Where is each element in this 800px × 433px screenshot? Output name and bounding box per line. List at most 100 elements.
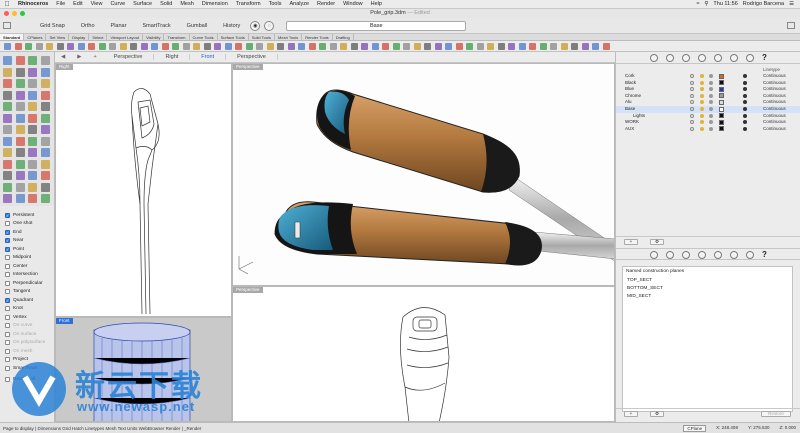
lock-icon[interactable]: [700, 87, 704, 92]
print-icon[interactable]: [709, 120, 713, 125]
tab-visibility[interactable]: Visibility: [143, 34, 165, 40]
osnap-project[interactable]: Project: [0, 356, 54, 365]
layer-row[interactable]: Blue Continuous: [616, 86, 800, 93]
sidebar-tool-icon[interactable]: [15, 194, 25, 203]
viewport-label[interactable]: Perspective: [233, 287, 263, 293]
layer-options-button[interactable]: ⚙: [650, 239, 664, 245]
sidebar-tool-icon[interactable]: [15, 171, 25, 180]
print-icon[interactable]: [709, 113, 713, 118]
viewport-label[interactable]: Front: [56, 318, 73, 324]
toolbar-tool-icon[interactable]: [25, 43, 32, 50]
print-icon[interactable]: [709, 100, 713, 105]
toolbar-tool-icon[interactable]: [434, 43, 442, 50]
viewport-perspective-wireframe[interactable]: Perspective: [232, 286, 615, 422]
sidebar-tool-icon[interactable]: [28, 67, 37, 77]
sidebar-tool-icon[interactable]: [28, 125, 37, 134]
tab-select[interactable]: Select: [89, 34, 108, 40]
lock-icon[interactable]: [700, 80, 704, 85]
osnap-on-curve[interactable]: On curve: [0, 322, 54, 331]
osnap-checkbox[interactable]: [5, 314, 10, 320]
toolbar-tool-icon[interactable]: [277, 43, 284, 50]
osnap-knot[interactable]: Knot: [0, 305, 54, 314]
osnap-checkbox[interactable]: [5, 255, 10, 261]
toolbar-tool-icon[interactable]: [350, 43, 358, 50]
lock-icon[interactable]: [700, 120, 704, 125]
layer-lock-icon[interactable]: ◌: [264, 20, 275, 31]
lightbulb-icon[interactable]: [690, 120, 694, 125]
layer-color-swatch[interactable]: [719, 113, 724, 119]
osnap-persistent[interactable]: ✓ Persistent: [0, 211, 54, 220]
toolbar-tool-icon[interactable]: [497, 43, 505, 50]
osnap-on-polysurface[interactable]: On polysurface: [0, 339, 54, 348]
osnap-checkbox[interactable]: ✓: [5, 229, 10, 235]
lights-icon[interactable]: [730, 54, 738, 62]
osnap-checkbox[interactable]: [5, 272, 10, 278]
osnap-checkbox[interactable]: ✓: [5, 238, 10, 244]
print-icon[interactable]: [709, 93, 713, 98]
sidebar-tool-icon[interactable]: [28, 182, 37, 192]
menu-analyze[interactable]: Analyze: [285, 1, 313, 7]
lock-icon[interactable]: [700, 126, 704, 131]
viewport-label[interactable]: Right: [56, 64, 73, 70]
cplane-options-button[interactable]: ⚙: [650, 411, 664, 417]
osnap-center[interactable]: Center: [0, 262, 54, 271]
osnap-point[interactable]: ✓ Point: [0, 245, 54, 254]
sidebar-tool-icon[interactable]: [40, 90, 50, 100]
sidebar-tool-icon[interactable]: [28, 136, 37, 146]
menu-file[interactable]: File: [52, 1, 69, 7]
toolbar-tool-icon[interactable]: [46, 43, 53, 50]
toggle-history[interactable]: History: [215, 23, 248, 29]
sidebar-tool-icon[interactable]: [3, 113, 12, 123]
snapshots-icon[interactable]: [682, 251, 690, 259]
menu-edit[interactable]: Edit: [69, 1, 86, 7]
toolbar-tool-icon[interactable]: [161, 43, 169, 50]
sidebar-tool-icon[interactable]: [3, 56, 12, 65]
forward-icon[interactable]: ▶: [71, 54, 87, 60]
sidebar-tool-icon[interactable]: [28, 79, 37, 88]
close-icon[interactable]: [4, 11, 9, 16]
lightbulb-icon[interactable]: [690, 74, 694, 78]
viewport-right[interactable]: Right: [55, 63, 232, 317]
osnap-on-mesh[interactable]: On mesh: [0, 347, 54, 356]
sidebar-tool-icon[interactable]: [40, 79, 50, 88]
toolbar-tool-icon[interactable]: [508, 43, 515, 50]
wifi-icon[interactable]: ≈: [696, 1, 699, 7]
command-history[interactable]: Page to display | Dimensions Grid Hatch …: [3, 426, 201, 431]
display-icon[interactable]: [682, 54, 690, 62]
menu-tools[interactable]: Tools: [265, 1, 286, 7]
material-icon[interactable]: [743, 107, 747, 111]
layers-icon[interactable]: [650, 54, 658, 62]
tab-surface-tools[interactable]: Surface Tools: [218, 34, 249, 40]
sidebar-tool-icon[interactable]: [3, 102, 12, 111]
toolbar-tool-icon[interactable]: [193, 43, 200, 50]
lock-icon[interactable]: [700, 93, 704, 98]
toolbar-tool-icon[interactable]: [4, 43, 11, 50]
sidebar-tool-icon[interactable]: [28, 56, 37, 65]
toolbar-tool-icon[interactable]: [109, 43, 116, 50]
menu-solid[interactable]: Solid: [156, 1, 176, 7]
toolbar-tool-icon[interactable]: [466, 43, 473, 50]
sidebar-tool-icon[interactable]: [40, 125, 50, 134]
toolbar-tool-icon[interactable]: [382, 43, 389, 50]
layer-visible-icon[interactable]: ◉: [250, 20, 261, 31]
viewport-tab-right[interactable]: Right: [154, 54, 191, 60]
tab-solid-tools[interactable]: Solid Tools: [249, 34, 276, 40]
tab-drafting[interactable]: Drafting: [333, 34, 354, 40]
toolbar-tool-icon[interactable]: [14, 43, 22, 50]
sidebar-tool-icon[interactable]: [3, 194, 12, 203]
sidebar-tool-icon[interactable]: [28, 113, 37, 123]
print-icon[interactable]: [709, 80, 713, 85]
notes-icon[interactable]: [698, 251, 706, 259]
disable-all-osnap[interactable]: Disable all: [0, 376, 54, 385]
layer-color-swatch[interactable]: [719, 73, 724, 79]
sidebar-tool-icon[interactable]: [15, 113, 25, 123]
layer-color-swatch[interactable]: [719, 93, 724, 99]
apple-icon[interactable]: : [0, 1, 14, 8]
osnap-checkbox[interactable]: [5, 221, 10, 227]
toolbar-tool-icon[interactable]: [256, 43, 263, 50]
layer-row[interactable]: Cork Continuous: [616, 73, 800, 80]
osnap-perpendicular[interactable]: Perpendicular: [0, 279, 54, 288]
tab-set-view[interactable]: Set View: [46, 34, 70, 40]
sidebar-tool-icon[interactable]: [40, 102, 50, 111]
osnap-intersection[interactable]: Intersection: [0, 271, 54, 280]
